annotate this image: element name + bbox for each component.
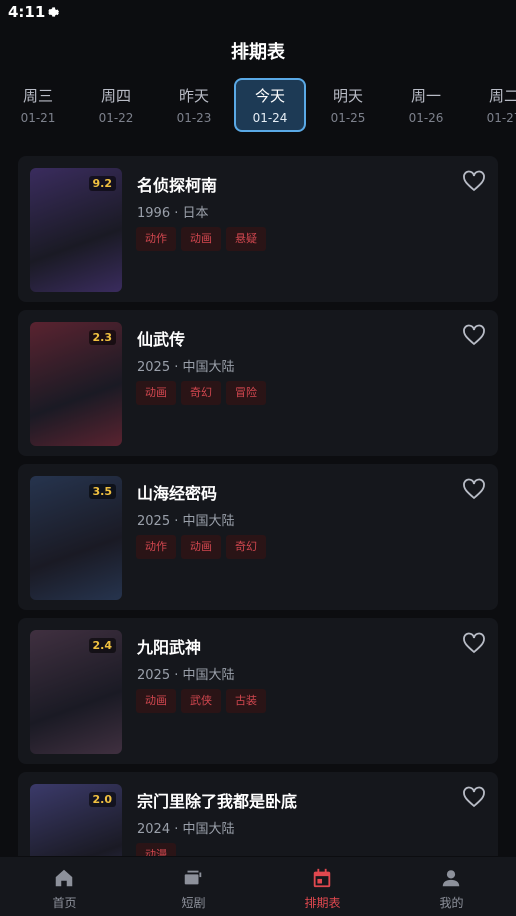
favorite-heart-icon[interactable] (462, 478, 486, 500)
genre-tag: 动画 (136, 381, 176, 405)
day-tab-01-26[interactable]: 周一 01-26 (390, 78, 462, 132)
show-poster[interactable]: 2.0 (30, 784, 122, 856)
day-tab-label: 周二 (488, 87, 516, 105)
genre-tag: 武侠 (181, 689, 221, 713)
genre-tag: 古装 (226, 689, 266, 713)
day-tab-01-25[interactable]: 明天 01-25 (312, 78, 384, 132)
schedule-list: 9.2 名侦探柯南 1996 · 日本 动作 动画 悬疑 2.3 仙武传 2025 · 中国大陆… (18, 156, 498, 856)
day-selector: 周三 01-21 周四 01-22 昨天 01-23 今天 01-24 明天 01-25 周一 01-… (0, 76, 516, 134)
genre-tag: 奇幻 (181, 381, 221, 405)
rating-badge: 2.3 (88, 330, 116, 345)
genre-tag: 动作 (136, 227, 176, 251)
nav-label: 短剧 (181, 896, 206, 910)
favorite-heart-icon[interactable] (462, 632, 486, 654)
nav-label: 排期表 (304, 896, 341, 910)
day-tab-label: 昨天 (178, 87, 209, 105)
nav-item-person[interactable]: 我的 (387, 857, 516, 916)
show-poster[interactable]: 3.5 (30, 476, 122, 600)
genre-tags: 动画 奇幻 冒险 (136, 381, 271, 407)
show-card[interactable]: 9.2 名侦探柯南 1996 · 日本动作 动画 悬疑 (18, 156, 498, 302)
favorite-heart-icon[interactable] (462, 324, 486, 346)
genre-tags: 动漫 (136, 843, 181, 856)
show-title[interactable]: 名侦探柯南 (137, 172, 217, 196)
show-title[interactable]: 山海经密码 (137, 480, 217, 504)
show-card[interactable]: 2.0 宗门里除了我都是卧底 2024 · 中国大陆 动漫 (18, 772, 498, 856)
show-poster[interactable]: 9.2 (30, 168, 122, 292)
show-title[interactable]: 九阳武神 (137, 634, 201, 658)
show-title[interactable]: 仙武传 (137, 326, 185, 350)
show-title[interactable]: 宗门里除了我都是卧底 (137, 788, 297, 812)
day-tab-01-21[interactable]: 周三 01-21 (2, 78, 74, 132)
day-tab-date: 01-25 (330, 111, 366, 125)
nav-item-short-drama[interactable]: 短剧 (129, 857, 258, 916)
page-title: 排期表 (231, 42, 285, 63)
day-tab-date: 01-27 (486, 111, 516, 125)
home-icon (55, 869, 73, 887)
genre-tag: 悬疑 (226, 227, 266, 251)
day-tab-date: 01-22 (98, 111, 134, 125)
genre-tag: 动作 (136, 535, 176, 559)
day-tab-label: 今天 (254, 87, 285, 105)
genre-tags: 动作 动画 悬疑 (136, 227, 271, 253)
show-meta: 2025 · 中国大陆 (137, 360, 235, 375)
genre-tag: 动画 (181, 535, 221, 559)
genre-tag: 冒险 (226, 381, 266, 405)
day-tab-01-27[interactable]: 周二 01-27 (468, 78, 516, 132)
nav-label: 我的 (439, 896, 464, 910)
gear-icon (48, 7, 59, 17)
rating-badge: 3.5 (88, 484, 116, 499)
show-meta: 1996 · 日本 (137, 206, 209, 221)
genre-tags: 动画 武侠 古装 (136, 689, 271, 715)
day-tab-label: 周四 (100, 87, 131, 105)
day-tab-date: 01-23 (176, 111, 212, 125)
day-tab-01-22[interactable]: 周四 01-22 (80, 78, 152, 132)
genre-tag: 动漫 (136, 843, 176, 856)
show-poster[interactable]: 2.4 (30, 630, 122, 754)
show-card[interactable]: 2.3 仙武传 2025 · 中国大陆动画 奇幻 冒险 (18, 310, 498, 456)
day-tab-date: 01-24 (252, 111, 288, 125)
bottom-nav: 首页 短剧 排期表 我的 (0, 857, 516, 916)
day-tab-01-24[interactable]: 今天 01-24 (234, 78, 306, 132)
nav-label: 首页 (52, 896, 77, 910)
day-tab-label: 明天 (332, 87, 363, 105)
day-tab-date: 01-21 (20, 111, 56, 125)
status-bar: 4:11 (0, 0, 516, 26)
show-meta: 2024 · 中国大陆 (137, 822, 235, 837)
show-card[interactable]: 2.4 九阳武神 2025 · 中国大陆动画 武侠 古装 (18, 618, 498, 764)
favorite-heart-icon[interactable] (462, 786, 486, 808)
favorite-heart-icon[interactable] (462, 170, 486, 192)
show-meta: 2025 · 中国大陆 (137, 668, 235, 683)
show-poster[interactable]: 2.3 (30, 322, 122, 446)
nav-item-home[interactable]: 首页 (0, 857, 129, 916)
rating-badge: 9.2 (88, 176, 116, 191)
short-drama-icon (184, 870, 202, 885)
genre-tag: 动画 (136, 689, 176, 713)
day-tab-date: 01-26 (408, 111, 444, 125)
day-tab-label: 周一 (410, 87, 441, 105)
nav-item-calendar[interactable]: 排期表 (258, 857, 387, 916)
show-meta: 2025 · 中国大陆 (137, 514, 235, 529)
calendar-icon (313, 868, 331, 888)
genre-tag: 奇幻 (226, 535, 266, 559)
status-time: 4:11 (8, 3, 46, 21)
show-card[interactable]: 3.5 山海经密码 2025 · 中国大陆动作 动画 奇幻 (18, 464, 498, 610)
genre-tags: 动作 动画 奇幻 (136, 535, 271, 561)
person-icon (442, 870, 460, 887)
rating-badge: 2.4 (88, 638, 116, 653)
rating-badge: 2.0 (88, 792, 116, 807)
genre-tag: 动画 (181, 227, 221, 251)
day-tab-01-23[interactable]: 昨天 01-23 (158, 78, 230, 132)
day-tab-label: 周三 (22, 87, 53, 105)
